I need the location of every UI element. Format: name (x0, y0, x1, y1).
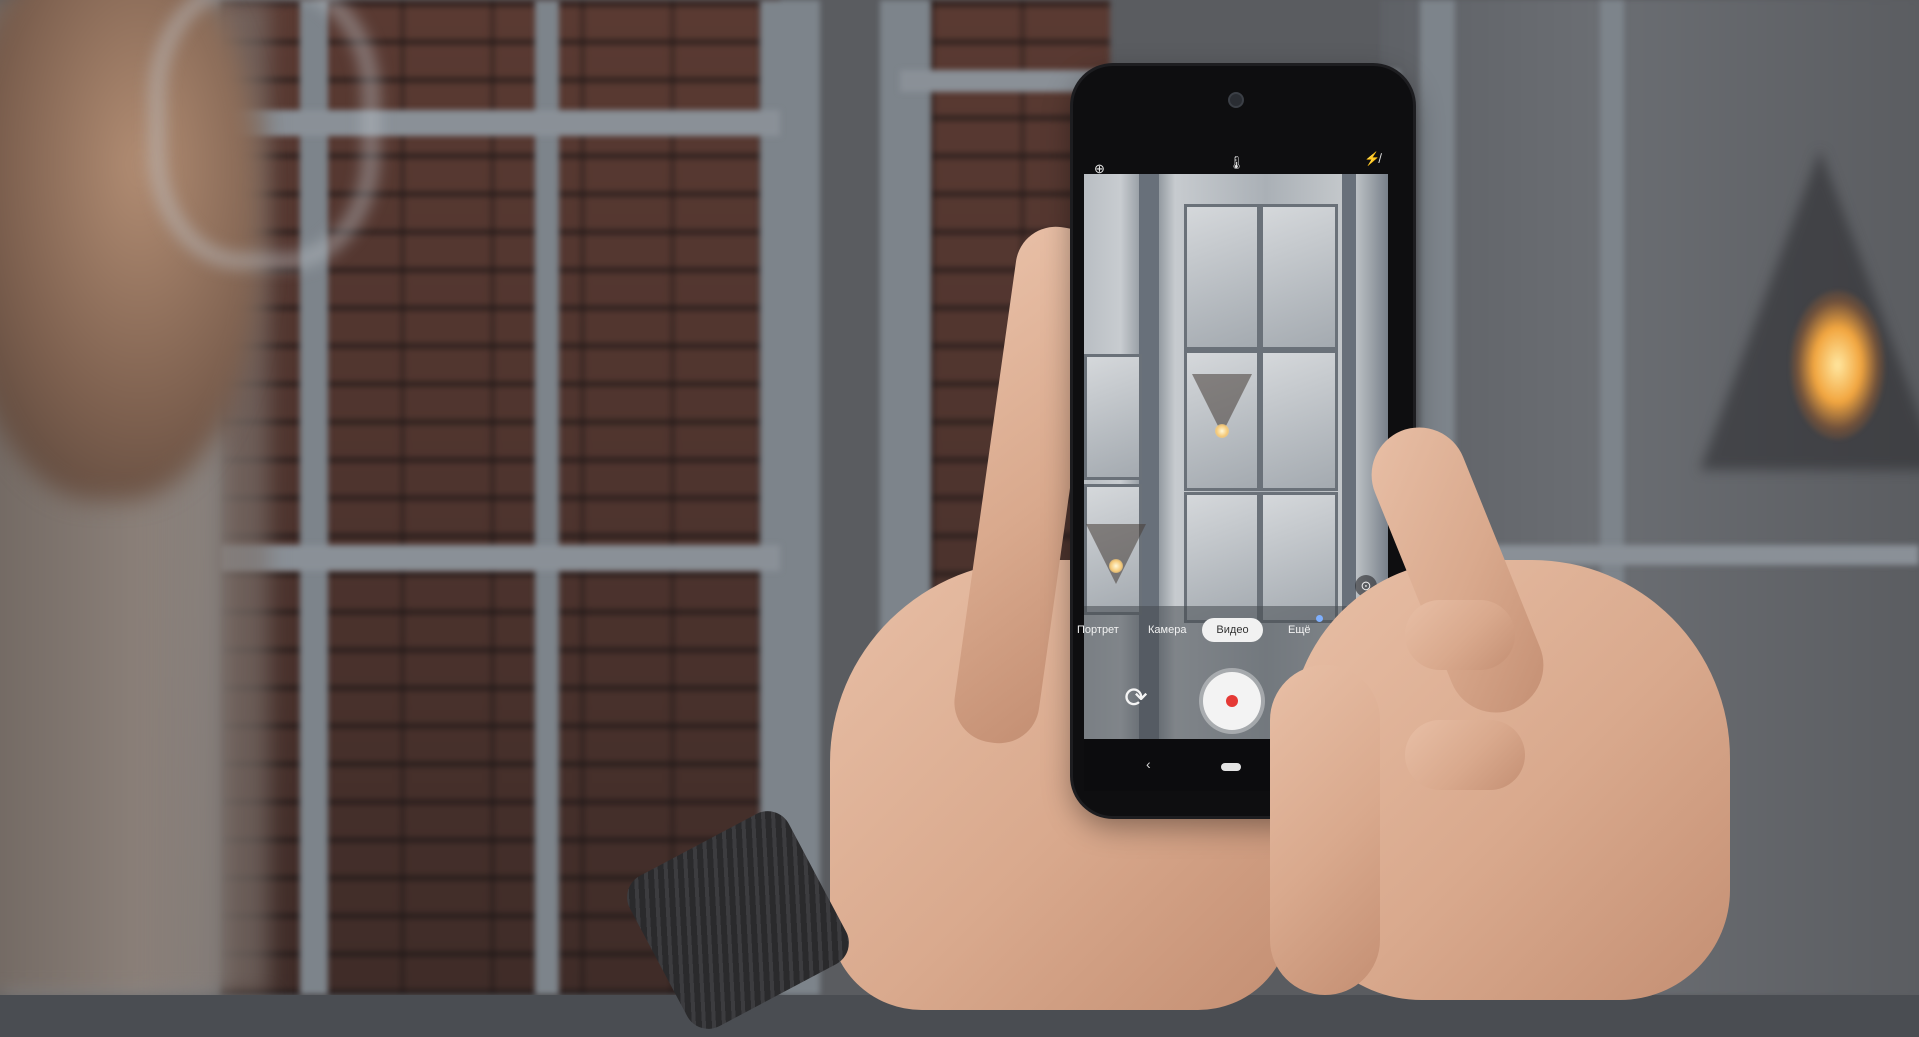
mode-video[interactable]: Видео (1202, 618, 1263, 642)
mode-more[interactable]: Ещё (1288, 624, 1311, 637)
pendant-lamp (1086, 524, 1146, 584)
window-frame (220, 545, 780, 571)
window-frame (535, 0, 559, 995)
right-ring-finger (1405, 600, 1515, 670)
window-pane (1084, 354, 1142, 480)
lamp-bulb (1109, 559, 1123, 573)
window-pane (1184, 492, 1260, 623)
front-camera (1228, 92, 1244, 108)
mode-portrait[interactable]: Портрет (1077, 624, 1119, 637)
flash-off-icon[interactable]: ⚡̸ (1364, 152, 1380, 166)
glasses (150, 0, 378, 268)
window-pane (1260, 204, 1338, 350)
window-pane (1184, 204, 1260, 350)
lamp-bulb (1215, 424, 1229, 438)
record-dot (1226, 695, 1238, 707)
mode-camera[interactable]: Камера (1148, 624, 1186, 637)
home-pill[interactable] (1221, 763, 1241, 771)
switch-camera-icon[interactable]: ⟳ (1116, 678, 1156, 718)
right-index-finger (1270, 665, 1380, 995)
window-pane (1260, 350, 1338, 491)
lamp-bulb (1790, 290, 1885, 440)
new-indicator-dot (1316, 615, 1323, 622)
back-icon[interactable]: ‹ (1146, 756, 1151, 772)
right-little-finger (1405, 720, 1525, 790)
window-pane (1260, 492, 1338, 623)
temperature-icon[interactable]: 🌡︎ (1228, 156, 1245, 170)
